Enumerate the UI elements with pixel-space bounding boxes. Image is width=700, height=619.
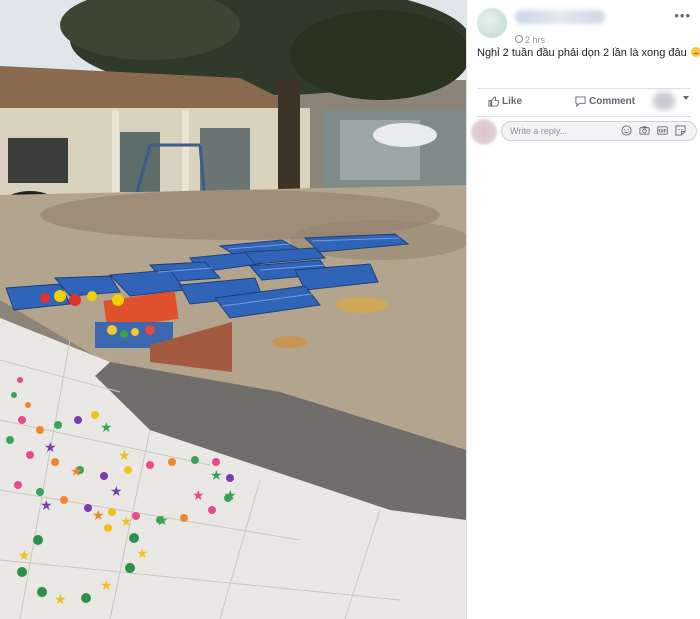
more-options-button[interactable]: ••• bbox=[674, 9, 691, 22]
svg-text:★: ★ bbox=[156, 513, 169, 529]
post-message-text: Nghỉ 2 tuần đầu phải dọn 2 lần là xong đ… bbox=[477, 47, 687, 59]
viewer-avatar bbox=[471, 119, 497, 145]
svg-text:★: ★ bbox=[136, 546, 149, 562]
like-label: Like bbox=[502, 96, 523, 107]
post-header: 2 hrs ••• bbox=[477, 8, 693, 45]
svg-text:★: ★ bbox=[120, 514, 133, 530]
post-timestamp[interactable]: 2 hrs bbox=[525, 35, 545, 45]
svg-text:★: ★ bbox=[118, 448, 131, 464]
comment-bubble-icon bbox=[575, 96, 586, 107]
author-name-blurred[interactable] bbox=[515, 10, 605, 24]
comment-button[interactable]: Comment bbox=[575, 94, 636, 110]
svg-text:★: ★ bbox=[100, 578, 113, 594]
post-side-panel: 2 hrs ••• Nghỉ 2 tuần đầu phải dọn 2 lần… bbox=[466, 0, 700, 619]
svg-text:★: ★ bbox=[44, 440, 57, 456]
divider bbox=[477, 116, 691, 117]
svg-text:★: ★ bbox=[18, 548, 31, 564]
share-avatar-blurred[interactable] bbox=[653, 92, 675, 110]
like-thumb-icon bbox=[488, 96, 499, 107]
svg-text:★: ★ bbox=[192, 488, 205, 504]
comment-label: Comment bbox=[589, 96, 636, 107]
globe-icon bbox=[515, 35, 523, 43]
svg-text:★: ★ bbox=[70, 464, 83, 480]
post-actions: Like Comment bbox=[477, 89, 691, 115]
svg-text:GIF: GIF bbox=[659, 128, 667, 133]
svg-text:★: ★ bbox=[210, 468, 223, 484]
post-photo[interactable]: ★ ★ ★ ★ ★ ★ ★ ★ ★ ★ ★ ★ ★ ★ ★ ★ bbox=[0, 0, 466, 619]
playground-photo: ★ ★ ★ ★ ★ ★ ★ ★ ★ ★ ★ ★ ★ ★ ★ ★ bbox=[0, 0, 466, 619]
like-button[interactable]: Like bbox=[488, 94, 523, 110]
camera-icon[interactable] bbox=[639, 125, 650, 136]
svg-text:★: ★ bbox=[110, 484, 123, 500]
emoji-icon bbox=[690, 47, 700, 57]
post-message: Nghỉ 2 tuần đầu phải dọn 2 lần là xong đ… bbox=[477, 46, 700, 60]
gif-icon[interactable]: GIF bbox=[657, 125, 668, 136]
sticker-icon[interactable] bbox=[675, 125, 686, 136]
reply-composer: GIF bbox=[471, 119, 699, 145]
svg-text:★: ★ bbox=[92, 508, 105, 524]
author-avatar[interactable] bbox=[477, 8, 507, 38]
svg-text:★: ★ bbox=[224, 488, 237, 504]
emoji-icon[interactable] bbox=[621, 125, 632, 136]
svg-text:★: ★ bbox=[40, 498, 53, 514]
chevron-down-icon[interactable] bbox=[683, 96, 689, 100]
svg-text:★: ★ bbox=[100, 420, 113, 436]
svg-text:★: ★ bbox=[54, 592, 67, 608]
